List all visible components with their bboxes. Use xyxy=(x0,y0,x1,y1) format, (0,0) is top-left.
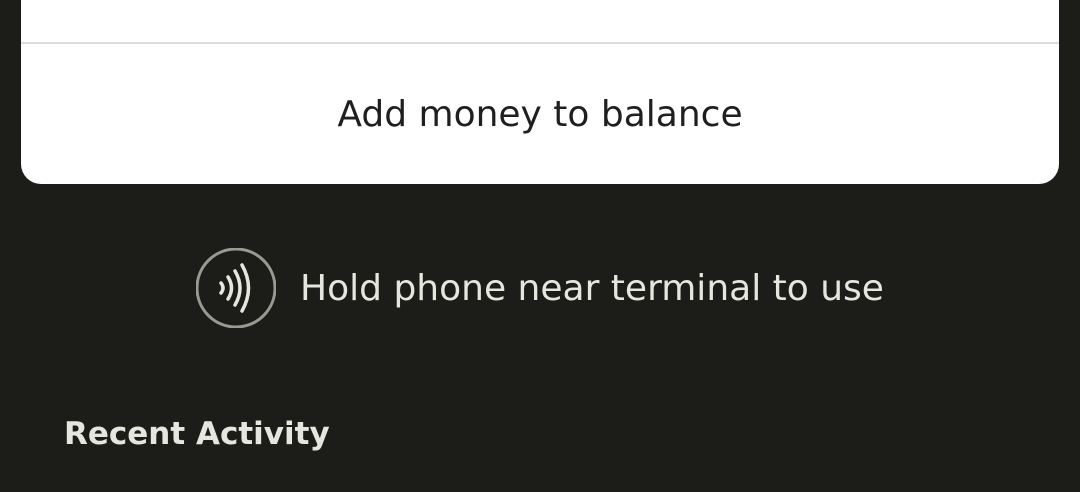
nfc-instruction: Hold phone near terminal to use xyxy=(300,267,884,309)
tap-to-pay-hint: Hold phone near terminal to use xyxy=(0,246,1080,330)
recent-activity-heading: Recent Activity xyxy=(64,416,330,452)
contactless-icon xyxy=(196,248,277,328)
add-money-button[interactable]: Add money to balance xyxy=(21,44,1059,184)
balance-card: Add money to balance xyxy=(21,0,1059,184)
